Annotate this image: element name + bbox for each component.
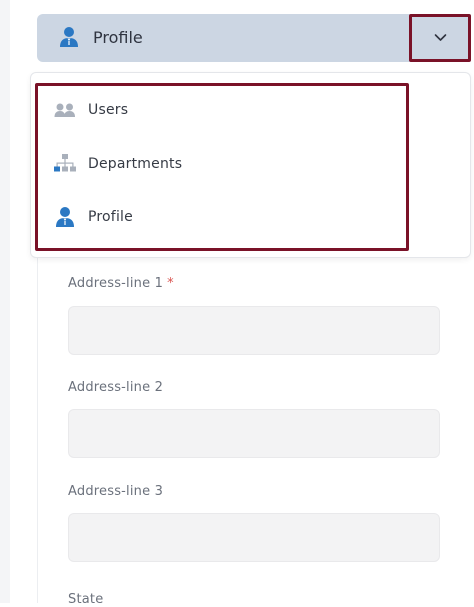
address-line-1-label: Address-line 1 * [68, 276, 174, 291]
user-icon [60, 27, 78, 47]
address-line-3-input[interactable] [68, 513, 440, 562]
selected-module-label: Profile [93, 28, 143, 47]
required-mark: * [167, 276, 174, 291]
address-line-1-input[interactable] [68, 306, 440, 355]
address-line-1-label-text: Address-line 1 [68, 276, 164, 291]
menu-highlight-box [35, 83, 409, 251]
address-line-2-input[interactable] [68, 409, 440, 458]
address-line-3-label: Address-line 3 [68, 484, 164, 499]
address-line-2-label: Address-line 2 [68, 380, 164, 395]
dropdown-toggle-button[interactable] [409, 14, 471, 62]
chevron-down-icon [434, 34, 447, 41]
module-select[interactable]: Profile [37, 14, 471, 62]
left-strip [0, 0, 10, 603]
state-label: State [68, 592, 104, 607]
